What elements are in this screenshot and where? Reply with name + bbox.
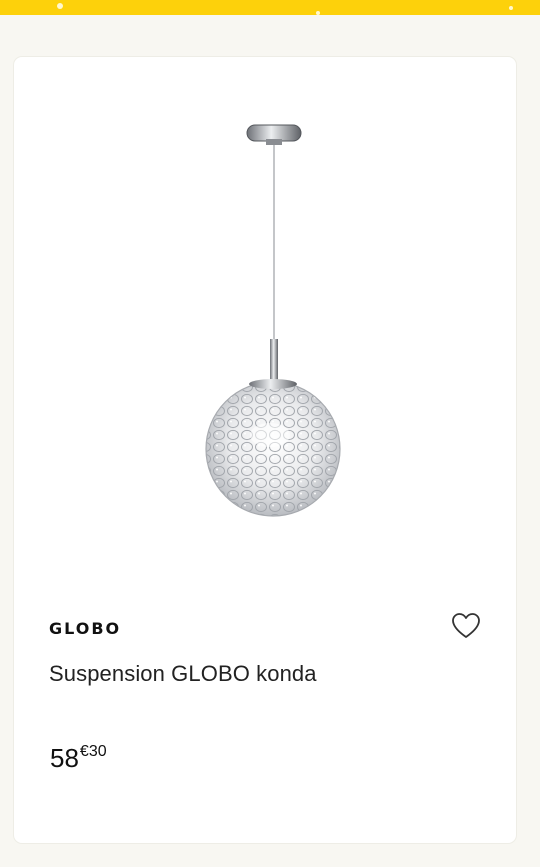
banner-decoration [57,3,63,9]
product-image[interactable] [184,117,364,527]
product-brand[interactable]: GLOBO [49,619,121,638]
price-decimal: €30 [79,743,107,760]
product-card[interactable]: GLOBO Suspension GLOBO konda 58€30 [14,57,516,843]
product-price: 58€30 [50,743,107,774]
banner-decoration [316,11,320,15]
banner-decoration [509,6,513,10]
price-integer: 58 [50,743,79,773]
product-title[interactable]: Suspension GLOBO konda [49,661,317,687]
top-banner [0,0,540,15]
favorite-button[interactable] [450,611,482,641]
heart-outline-icon [452,613,480,638]
